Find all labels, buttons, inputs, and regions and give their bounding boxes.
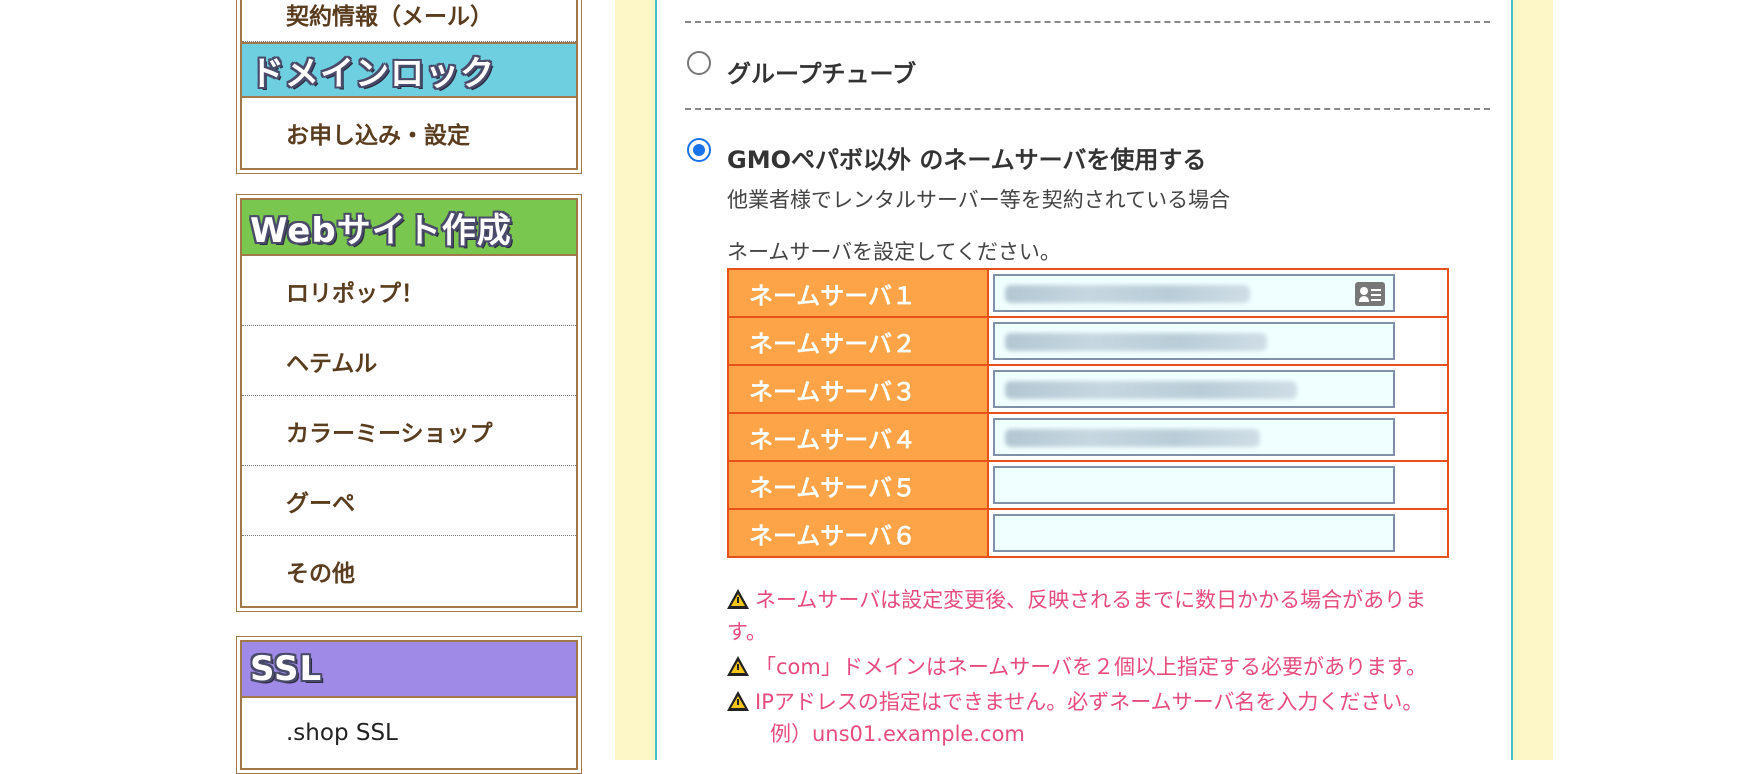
nameserver5-input[interactable] xyxy=(993,466,1395,504)
section-header-domain-lock: ドメインロック xyxy=(242,42,576,98)
sidebar-box-domain-lock: 契約情報（メール） ドメインロック お申し込み・設定 xyxy=(236,0,582,174)
warning-example: 例）uns01.example.com xyxy=(770,718,1025,748)
option-description: 他業者様でレンタルサーバー等を契約されている場合 xyxy=(727,188,1231,212)
table-row: ネームサーバ３ xyxy=(727,364,1449,414)
option-label-group-tube: グループチューブ xyxy=(727,60,917,88)
sidebar-item-colorme[interactable]: カラーミーショップ xyxy=(242,396,576,466)
warning-icon xyxy=(727,589,749,609)
warning-text: ネームサーバは設定変更後、反映されるまでに数日かかる場合がありま xyxy=(755,588,1427,612)
warning-propagation: ネームサーバは設定変更後、反映されるまでに数日かかる場合がありま xyxy=(727,584,1426,614)
blurred-value xyxy=(1005,381,1297,399)
warning-icon xyxy=(727,691,749,711)
divider xyxy=(685,108,1490,110)
sidebar-box-ssl: SSL .shop SSL xyxy=(236,636,582,774)
warning-text: IPアドレスの指定はできません。必ずネームサーバ名を入力ください。 xyxy=(755,690,1424,714)
nameserver4-input[interactable] xyxy=(993,418,1395,456)
nameserver-label: ネームサーバ２ xyxy=(727,316,989,366)
warning-text: す。 xyxy=(727,620,767,644)
nameserver-label: ネームサーバ１ xyxy=(727,268,989,318)
sidebar-item-contract-mail[interactable]: 契約情報（メール） xyxy=(242,0,576,42)
nameserver-label: ネームサーバ５ xyxy=(727,460,989,510)
nameserver3-input[interactable] xyxy=(993,370,1395,408)
radio-other-nameserver[interactable] xyxy=(687,138,711,162)
nameserver-label: ネームサーバ３ xyxy=(727,364,989,414)
warning-text: 「com」ドメインはネームサーバを２個以上指定する必要があります。 xyxy=(755,655,1427,679)
nameserver2-input[interactable] xyxy=(993,322,1395,360)
nameserver-table: ネームサーバ１ ネームサーバ２ ネームサーバ３ ネームサーバ４ ネームサーバ５ … xyxy=(727,268,1449,558)
section-title: SSL xyxy=(250,649,323,689)
warning-example-text: 例）uns01.example.com xyxy=(770,722,1025,746)
section-header-website: Webサイト作成 xyxy=(242,200,576,256)
option-label-other-nameserver: GMOペパボ以外 のネームサーバを使用する xyxy=(727,146,1207,174)
sidebar-item-other[interactable]: その他 xyxy=(242,536,576,606)
blurred-value xyxy=(1005,429,1260,447)
section-title: ドメインロック xyxy=(250,53,495,94)
sidebar-item-heteml[interactable]: ヘテムル xyxy=(242,326,576,396)
divider xyxy=(685,21,1490,23)
nameserver-label: ネームサーバ６ xyxy=(727,508,989,558)
sidebar-item-goope[interactable]: グーペ xyxy=(242,466,576,536)
section-title: Webサイト作成 xyxy=(250,210,512,251)
warning-ip-address: IPアドレスの指定はできません。必ずネームサーバ名を入力ください。 xyxy=(727,686,1423,716)
sidebar-box-website: Webサイト作成 ロリポップ！ ヘテムル カラーミーショップ グーペ その他 xyxy=(236,194,582,612)
sidebar-item-lolipop[interactable]: ロリポップ！ xyxy=(242,256,576,326)
sidebar-item-shop-ssl[interactable]: .shop SSL xyxy=(242,698,576,768)
blurred-value xyxy=(1005,285,1250,303)
nameserver1-input[interactable] xyxy=(993,274,1395,312)
nameserver-label: ネームサーバ４ xyxy=(727,412,989,462)
table-row: ネームサーバ５ xyxy=(727,460,1449,510)
table-row: ネームサーバ２ xyxy=(727,316,1449,366)
warning-propagation-cont: す。 xyxy=(727,616,767,646)
contact-card-icon[interactable] xyxy=(1355,282,1385,306)
warning-com-domain: 「com」ドメインはネームサーバを２個以上指定する必要があります。 xyxy=(727,651,1427,681)
table-row: ネームサーバ１ xyxy=(727,268,1449,318)
sidebar-item-domain-lock-apply[interactable]: お申し込み・設定 xyxy=(242,98,576,168)
warning-icon xyxy=(727,656,749,676)
table-row: ネームサーバ４ xyxy=(727,412,1449,462)
section-header-ssl: SSL xyxy=(242,642,576,698)
table-row: ネームサーバ６ xyxy=(727,508,1449,558)
nameserver6-input[interactable] xyxy=(993,514,1395,552)
nameserver-instruction: ネームサーバを設定してください。 xyxy=(727,240,1061,264)
blurred-value xyxy=(1005,333,1267,351)
radio-group-tube[interactable] xyxy=(687,51,711,75)
